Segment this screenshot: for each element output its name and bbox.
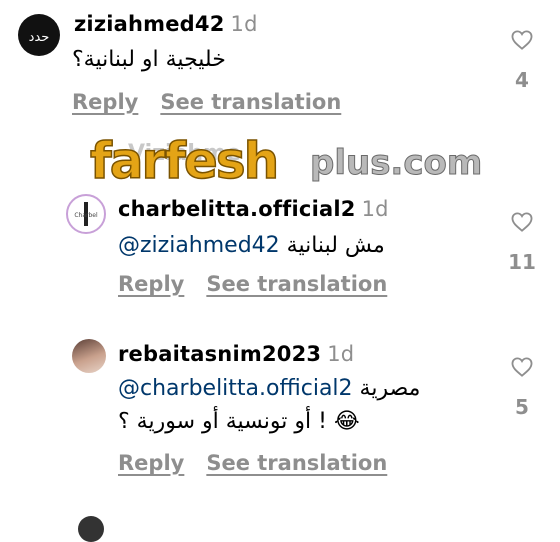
comment-text-line-2: ! أو تونسية أو سورية ؟ 😂 (118, 409, 360, 434)
farfesh-watermark: farfesh plus.com (88, 128, 508, 191)
comment-2: Charbel charbelitta.official2 1d @ziziahm… (0, 190, 560, 315)
reply-button[interactable]: Reply (72, 90, 138, 114)
heart-icon[interactable] (511, 30, 533, 50)
comment-text: @ziziahmed42 مش لبنانية (118, 233, 385, 258)
see-translation-button[interactable]: See translation (160, 90, 341, 114)
avatar-logo-icon: حدد (29, 30, 50, 45)
comment-time: 1d (230, 12, 258, 36)
comment-username[interactable]: rebaitasnim2023 1d (118, 342, 354, 366)
next-comment-avatar[interactable] (78, 516, 104, 542)
like-count: 5 (515, 395, 529, 419)
comment-text: @charbelitta.official2 مصرية (118, 376, 421, 401)
see-translation-button[interactable]: See translation (206, 272, 387, 296)
like-control: 11 (502, 212, 542, 274)
reply-button[interactable]: Reply (118, 451, 184, 475)
heart-icon[interactable] (511, 357, 533, 377)
avatar[interactable]: حدد (18, 14, 60, 56)
see-translation-button[interactable]: See translation (206, 451, 387, 475)
comment-time: 1d (327, 342, 355, 366)
svg-text:plus.com: plus.com (310, 143, 482, 183)
comment-actions: Reply See translation (118, 451, 387, 475)
comment-time: 1d (361, 197, 389, 221)
avatar-logo-icon: Charbel (74, 202, 98, 226)
like-count: 11 (508, 250, 536, 274)
comment-actions: Reply See translation (72, 90, 341, 114)
laughing-emoji-icon: 😂 (333, 409, 360, 434)
like-control: 5 (502, 357, 542, 419)
comment-actions: Reply See translation (118, 272, 387, 296)
avatar[interactable]: Charbel (66, 194, 106, 234)
like-control: 4 (502, 30, 542, 92)
mention-link[interactable]: @charbelitta.official2 (118, 376, 353, 401)
svg-text:farfesh: farfesh (90, 132, 277, 190)
heart-icon[interactable] (511, 212, 533, 232)
svg-text:Charbel: Charbel (74, 212, 98, 219)
reply-button[interactable]: Reply (118, 272, 184, 296)
avatar[interactable] (72, 339, 106, 373)
like-count: 4 (515, 68, 529, 92)
mention-link[interactable]: @ziziahmed42 (118, 233, 280, 258)
comment-username[interactable]: charbelitta.official2 1d (118, 197, 389, 221)
comment-3: rebaitasnim2023 1d @charbelitta.official2… (0, 335, 560, 485)
comment-username[interactable]: ziziahmed42 1d (74, 12, 258, 36)
comment-text: خليجية او لبنانية؟ (72, 47, 226, 72)
farfesh-logo: farfesh plus.com (89, 131, 483, 191)
comment-1: حدد ziziahmed42 1d خليجية او لبنانية؟ Rep… (0, 0, 560, 125)
svg-text:حدد: حدد (29, 30, 50, 45)
